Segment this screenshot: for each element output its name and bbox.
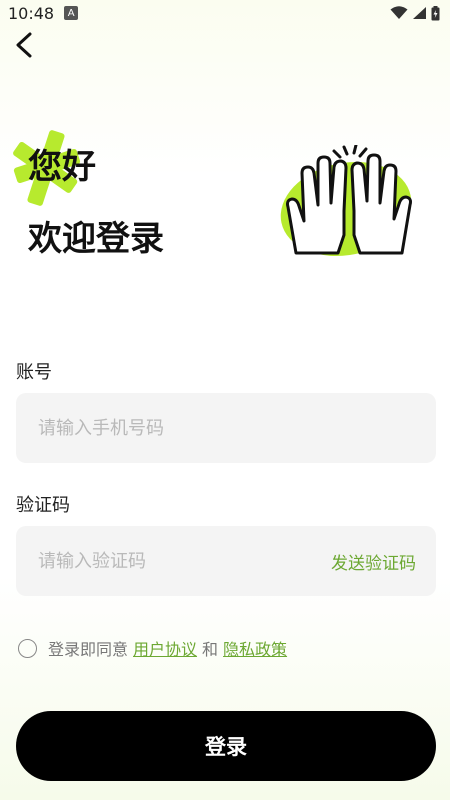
- battery-icon: [431, 5, 440, 20]
- notification-a-icon: A: [64, 6, 79, 20]
- send-code-button[interactable]: 发送验证码: [331, 549, 416, 574]
- privacy-policy-link[interactable]: 隐私政策: [223, 636, 287, 660]
- phone-input[interactable]: [36, 416, 300, 440]
- wifi-icon: [390, 6, 408, 19]
- status-time: 10:48: [8, 3, 55, 23]
- high-five-hands-icon: [280, 145, 412, 257]
- user-agreement-link[interactable]: 用户协议: [133, 636, 197, 660]
- agreement-conjunction: 和: [202, 640, 219, 659]
- agreement-checkbox[interactable]: [18, 638, 37, 658]
- login-button[interactable]: 登录: [16, 711, 436, 781]
- account-label: 账号: [16, 362, 52, 383]
- chevron-left-icon: [16, 32, 32, 58]
- status-bar: 10:48 A: [0, 0, 450, 26]
- code-input[interactable]: [36, 549, 300, 573]
- code-label: 验证码: [16, 495, 70, 516]
- account-field[interactable]: [16, 393, 436, 463]
- signal-icon: [413, 7, 426, 19]
- agreement-prefix: 登录即同意: [48, 640, 129, 659]
- back-button[interactable]: [10, 30, 40, 60]
- greeting-title: 您好: [28, 147, 96, 187]
- code-field[interactable]: 发送验证码: [16, 526, 436, 596]
- welcome-title: 欢迎登录: [28, 219, 164, 259]
- agreement-row: 登录即同意 用户协议 和 隐私政策: [18, 636, 292, 660]
